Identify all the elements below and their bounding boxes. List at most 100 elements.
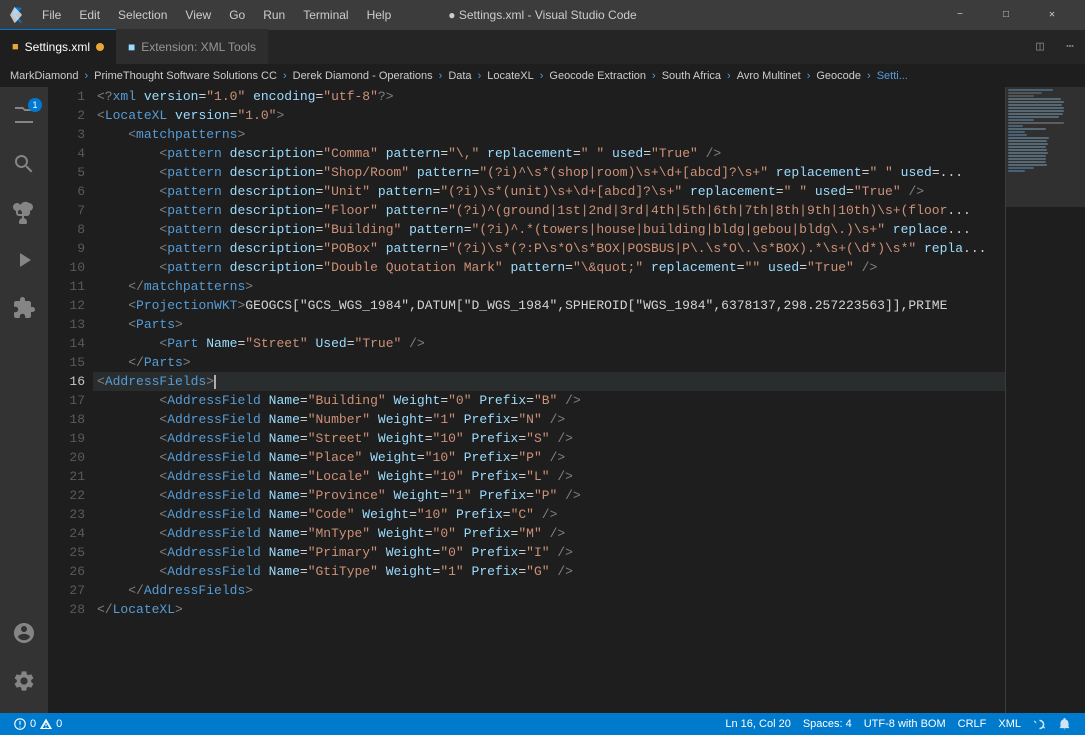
line-num-2: 2: [48, 106, 85, 125]
code-line-9: <pattern description="POBox" pattern="(?…: [93, 239, 1005, 258]
line-num-22: 22: [48, 486, 85, 505]
tab-label-settings: Settings.xml: [25, 40, 90, 54]
breadcrumb-sep-9: ›: [867, 70, 871, 82]
menu-view[interactable]: View: [177, 6, 219, 24]
line-num-11: 11: [48, 277, 85, 296]
code-line-25: <AddressField Name="Primary" Weight="0" …: [93, 543, 1005, 562]
status-line-endings[interactable]: CRLF: [952, 713, 993, 735]
line-num-3: 3: [48, 125, 85, 144]
explorer-badge: 1: [28, 98, 42, 112]
code-line-19: <AddressField Name="Street" Weight="10" …: [93, 429, 1005, 448]
breadcrumb-sep-4: ›: [478, 70, 482, 82]
tab-modified-dot: [96, 43, 104, 51]
extension-icon-tab: ■: [128, 40, 135, 54]
breadcrumb-settings[interactable]: Setti...: [877, 70, 908, 82]
breadcrumb-geocode[interactable]: Geocode: [816, 70, 861, 82]
code-line-13: <Parts>: [93, 315, 1005, 334]
tab-bar: ■ Settings.xml ■ Extension: XML Tools ◫ …: [0, 30, 1085, 65]
line-num-8: 8: [48, 220, 85, 239]
title-bar-left: File Edit Selection View Go Run Terminal…: [10, 6, 399, 24]
activity-extensions[interactable]: [0, 284, 48, 332]
split-editor-button[interactable]: ◫: [1025, 29, 1055, 64]
menu-selection[interactable]: Selection: [110, 6, 175, 24]
warning-icon: [40, 718, 52, 730]
line-num-1: 1: [48, 87, 85, 106]
activity-settings[interactable]: [0, 657, 48, 705]
code-line-7: <pattern description="Floor" pattern="(?…: [93, 201, 1005, 220]
code-line-3: <matchpatterns>: [93, 125, 1005, 144]
line-num-20: 20: [48, 448, 85, 467]
activity-run[interactable]: [0, 236, 48, 284]
warning-count: 0: [56, 718, 62, 730]
breadcrumb-derek[interactable]: Derek Diamond - Operations: [293, 70, 433, 82]
tab-extension-xml-tools[interactable]: ■ Extension: XML Tools: [116, 29, 268, 64]
code-line-14: <Part Name="Street" Used="True" />: [93, 334, 1005, 353]
menu-run[interactable]: Run: [255, 6, 293, 24]
window-title: ● Settings.xml - Visual Studio Code: [448, 8, 636, 22]
line-num-26: 26: [48, 562, 85, 581]
code-line-17: <AddressField Name="Building" Weight="0"…: [93, 391, 1005, 410]
close-button[interactable]: ✕: [1029, 0, 1075, 30]
breadcrumb-data[interactable]: Data: [448, 70, 471, 82]
code-line-15: </Parts>: [93, 353, 1005, 372]
code-editor[interactable]: <?xml version="1.0" encoding="utf-8"?> <…: [93, 87, 1005, 713]
activity-search[interactable]: [0, 140, 48, 188]
window-controls: − □ ✕: [937, 0, 1075, 30]
activity-source-control[interactable]: [0, 188, 48, 236]
status-position[interactable]: Ln 16, Col 20: [719, 713, 796, 735]
code-line-16: <AddressFields>: [93, 372, 1005, 391]
menu-go[interactable]: Go: [221, 6, 253, 24]
status-spaces[interactable]: Spaces: 4: [797, 713, 858, 735]
menu-edit[interactable]: Edit: [71, 6, 108, 24]
tab-label-extension: Extension: XML Tools: [141, 40, 256, 54]
breadcrumb-primethought[interactable]: PrimeThought Software Solutions CC: [94, 70, 277, 82]
menu-help[interactable]: Help: [359, 6, 400, 24]
activity-bar-bottom: [0, 609, 48, 713]
line-num-14: 14: [48, 334, 85, 353]
line-num-23: 23: [48, 505, 85, 524]
bell-icon: [1058, 718, 1071, 731]
line-num-6: 6: [48, 182, 85, 201]
code-line-18: <AddressField Name="Number" Weight="1" P…: [93, 410, 1005, 429]
code-line-12: <ProjectionWKT>GEOGCS["GCS_WGS_1984",DAT…: [93, 296, 1005, 315]
breadcrumb-markdiamond[interactable]: MarkDiamond: [10, 70, 78, 82]
code-line-1: <?xml version="1.0" encoding="utf-8"?>: [93, 87, 1005, 106]
status-bell[interactable]: [1052, 713, 1077, 735]
tab-settings-xml[interactable]: ■ Settings.xml: [0, 29, 116, 64]
activity-account[interactable]: [0, 609, 48, 657]
status-notifications[interactable]: [1027, 713, 1052, 735]
code-line-24: <AddressField Name="MnType" Weight="0" P…: [93, 524, 1005, 543]
maximize-button[interactable]: □: [983, 0, 1029, 30]
code-line-20: <AddressField Name="Place" Weight="10" P…: [93, 448, 1005, 467]
status-encoding[interactable]: UTF-8 with BOM: [858, 713, 952, 735]
line-num-15: 15: [48, 353, 85, 372]
breadcrumb-avro[interactable]: Avro Multinet: [737, 70, 801, 82]
main-area: 1 1 2 3 4 5 6: [0, 87, 1085, 713]
breadcrumb-south-africa[interactable]: South Africa: [662, 70, 721, 82]
breadcrumb-geocode-extraction[interactable]: Geocode Extraction: [549, 70, 646, 82]
status-right: Ln 16, Col 20 Spaces: 4 UTF-8 with BOM C…: [719, 713, 1077, 735]
vscode-icon: [10, 7, 26, 23]
minimap[interactable]: [1005, 87, 1085, 713]
minimize-button[interactable]: −: [937, 0, 983, 30]
breadcrumb-locatexl[interactable]: LocateXL: [487, 70, 533, 82]
code-line-4: <pattern description="Comma" pattern="\,…: [93, 144, 1005, 163]
more-actions-button[interactable]: ⋯: [1055, 29, 1085, 64]
menu-terminal[interactable]: Terminal: [295, 6, 356, 24]
editor-container: 1 2 3 4 5 6 7 8 9 10 11 12 13 14 15 16 1…: [48, 87, 1085, 713]
line-num-27: 27: [48, 581, 85, 600]
line-num-24: 24: [48, 524, 85, 543]
status-language[interactable]: XML: [992, 713, 1027, 735]
line-num-21: 21: [48, 467, 85, 486]
line-num-9: 9: [48, 239, 85, 258]
code-line-28: </LocateXL>: [93, 600, 1005, 619]
breadcrumb-sep-3: ›: [439, 70, 443, 82]
code-line-23: <AddressField Name="Code" Weight="10" Pr…: [93, 505, 1005, 524]
error-count: 0: [30, 718, 36, 730]
menu-file[interactable]: File: [34, 6, 69, 24]
xml-file-icon: ■: [12, 41, 19, 53]
status-bar: 0 0 Ln 16, Col 20 Spaces: 4 UTF-8 with B…: [0, 713, 1085, 735]
status-errors[interactable]: 0 0: [8, 713, 68, 735]
activity-explorer[interactable]: 1: [0, 92, 48, 140]
code-line-5: <pattern description="Shop/Room" pattern…: [93, 163, 1005, 182]
